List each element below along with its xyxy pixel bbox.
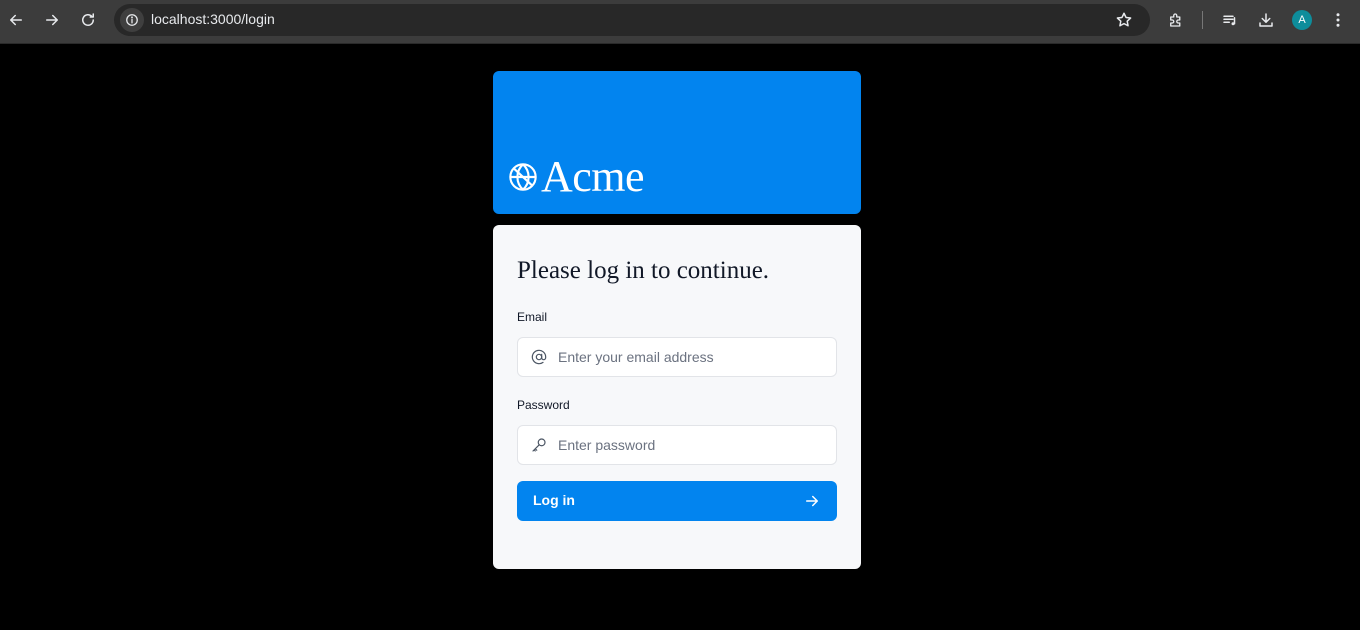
address-bar[interactable]: localhost:3000/login bbox=[114, 4, 1150, 36]
login-heading: Please log in to continue. bbox=[517, 257, 770, 284]
info-icon bbox=[126, 14, 138, 26]
downloads-button[interactable] bbox=[1250, 6, 1282, 34]
login-form: Please log in to continue. Email Passwor… bbox=[493, 225, 861, 569]
globe-icon bbox=[509, 163, 537, 191]
email-label: Email bbox=[517, 310, 548, 324]
bookmark-button[interactable] bbox=[1112, 8, 1136, 32]
reload-button[interactable] bbox=[72, 6, 104, 34]
password-label: Password bbox=[517, 398, 570, 412]
profile-avatar[interactable]: A bbox=[1292, 10, 1312, 30]
password-input[interactable] bbox=[558, 426, 828, 464]
email-field-wrapper bbox=[517, 337, 837, 377]
reload-icon bbox=[82, 13, 94, 26]
extensions-button[interactable] bbox=[1160, 6, 1192, 34]
login-button-label: Log in bbox=[533, 492, 575, 508]
email-input[interactable] bbox=[558, 338, 828, 376]
kebab-menu-icon bbox=[1336, 13, 1340, 27]
download-icon bbox=[1259, 13, 1273, 27]
brand-banner: Acme bbox=[493, 71, 861, 214]
arrow-right-icon bbox=[46, 14, 58, 26]
back-button[interactable] bbox=[0, 6, 32, 34]
password-field-wrapper bbox=[517, 425, 837, 465]
browser-menu-button[interactable] bbox=[1322, 6, 1354, 34]
acme-logo: Acme bbox=[507, 152, 645, 201]
star-icon bbox=[1116, 12, 1132, 27]
url-text[interactable]: localhost:3000/login bbox=[151, 11, 275, 27]
browser-toolbar: localhost:3000/login A bbox=[0, 0, 1360, 44]
forward-button[interactable] bbox=[36, 6, 68, 34]
login-button[interactable]: Log in bbox=[517, 481, 837, 521]
at-sign-icon bbox=[530, 348, 548, 366]
media-control-icon bbox=[1223, 15, 1236, 26]
media-control-button[interactable] bbox=[1214, 6, 1246, 34]
site-info-button[interactable] bbox=[120, 8, 144, 32]
arrow-left-icon bbox=[10, 14, 22, 26]
arrow-right-icon bbox=[806, 495, 818, 507]
toolbar-divider bbox=[1202, 11, 1203, 29]
brand-name: Acme bbox=[541, 152, 645, 201]
key-icon bbox=[530, 436, 548, 454]
puzzle-icon bbox=[1170, 13, 1181, 27]
